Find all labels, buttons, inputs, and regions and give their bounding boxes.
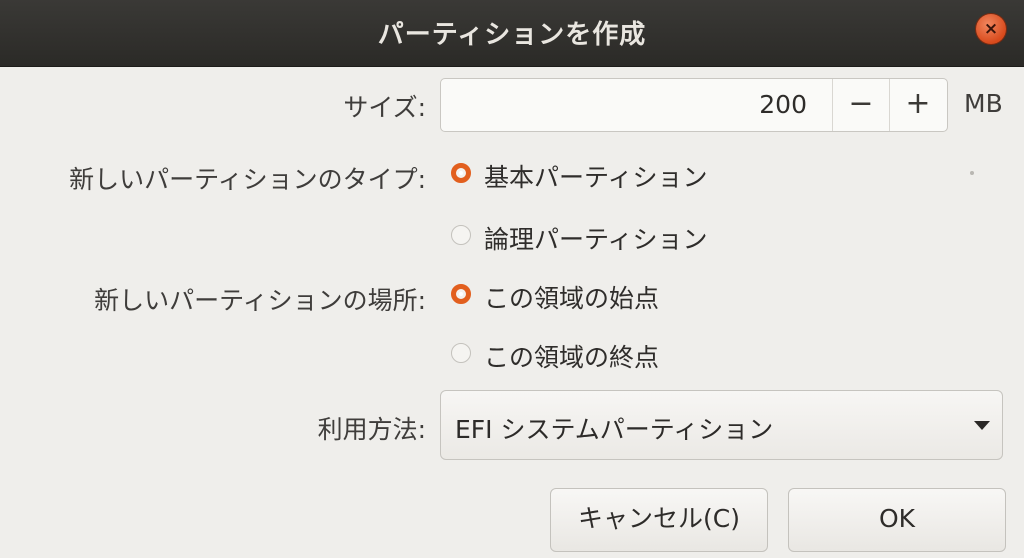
radio-end-of-space[interactable] xyxy=(451,343,471,363)
size-spinbutton[interactable]: 200 − + xyxy=(440,78,948,132)
end-of-space-label[interactable]: この領域の終点 xyxy=(484,338,659,374)
close-icon[interactable]: × xyxy=(976,14,1006,44)
primary-partition-label[interactable]: 基本パーティション xyxy=(484,158,708,194)
ok-button[interactable]: OK xyxy=(788,488,1006,552)
partition-location-label: 新しいパーティションの場所: xyxy=(94,286,426,315)
partition-type-label: 新しいパーティションのタイプ: xyxy=(69,165,426,194)
dialog-title: パーティションを作成 xyxy=(377,20,647,50)
beginning-of-space-label[interactable]: この領域の始点 xyxy=(484,279,659,315)
size-unit: MB xyxy=(964,89,1003,118)
create-partition-dialog: パーティションを作成 × サイズ: 200 − + MB 新しいパーティションの… xyxy=(0,0,1024,558)
radio-beginning-of-space[interactable] xyxy=(451,284,471,304)
use-as-label: 利用方法: xyxy=(317,415,426,444)
logical-partition-label[interactable]: 論理パーティション xyxy=(484,220,708,256)
decorative-dot xyxy=(970,171,974,175)
cancel-button[interactable]: キャンセル(C) xyxy=(550,488,768,552)
titlebar: パーティションを作成 × xyxy=(0,0,1024,67)
increment-button[interactable]: + xyxy=(890,79,946,131)
size-value[interactable]: 200 xyxy=(759,90,807,119)
decrement-button[interactable]: − xyxy=(833,79,889,131)
use-as-selected-value: EFI システムパーティション xyxy=(455,415,774,444)
radio-logical-partition[interactable] xyxy=(451,225,471,245)
use-as-combobox[interactable]: EFI システムパーティション xyxy=(440,390,1003,460)
size-label: サイズ: xyxy=(343,93,426,122)
radio-primary-partition[interactable] xyxy=(451,163,471,183)
chevron-down-icon xyxy=(974,421,990,430)
